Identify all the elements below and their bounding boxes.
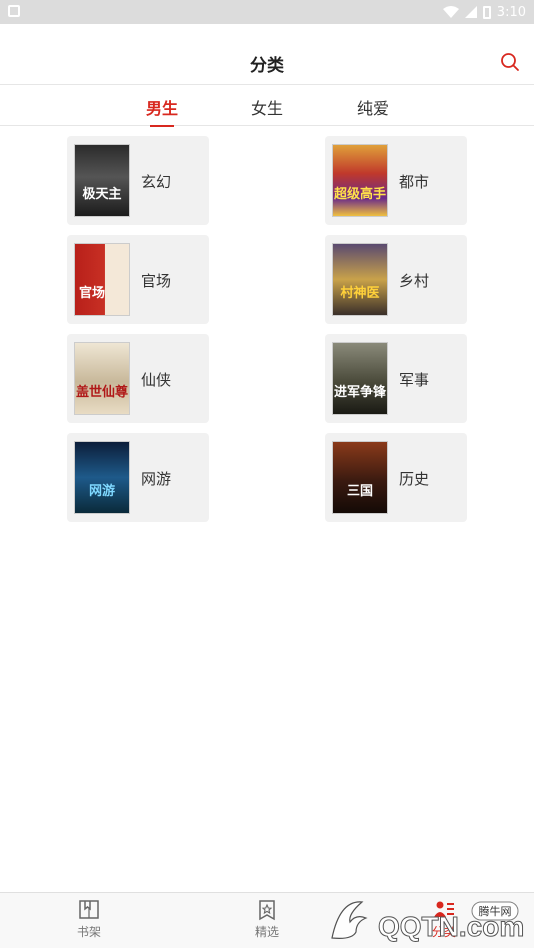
watermark-main-text: QQTN.com bbox=[378, 911, 524, 942]
search-icon[interactable] bbox=[498, 50, 522, 74]
category-label: 历史 bbox=[399, 470, 430, 488]
app-header: 分类 bbox=[0, 24, 534, 85]
category-card-wangyou[interactable]: 网游 网游 bbox=[67, 433, 209, 522]
category-label: 军事 bbox=[399, 371, 430, 389]
category-label: 官场 bbox=[141, 272, 172, 290]
category-card-junshi[interactable]: 进军争锋 军事 bbox=[325, 334, 467, 423]
tab-female-label: 女生 bbox=[251, 99, 284, 118]
wifi-icon bbox=[442, 6, 459, 18]
battery-icon bbox=[482, 5, 491, 19]
cover-title: 官场 bbox=[79, 286, 106, 301]
tab-male[interactable]: 男生 bbox=[146, 95, 179, 127]
nav-featured[interactable]: 精选 bbox=[237, 899, 297, 940]
book-cover: 盖世仙尊 bbox=[74, 342, 130, 415]
book-cover: 村神医 bbox=[332, 243, 388, 316]
status-icons: 3:10 bbox=[442, 3, 526, 21]
cover-title: 村神医 bbox=[340, 286, 380, 301]
book-cover: 官场 bbox=[74, 243, 130, 316]
book-cover: 极天主 bbox=[74, 144, 130, 217]
category-card-xuanhuan[interactable]: 极天主 玄幻 bbox=[67, 136, 209, 225]
book-cover: 超级高手 bbox=[332, 144, 388, 217]
cover-title: 超级高手 bbox=[333, 187, 386, 202]
cover-title: 三国 bbox=[346, 484, 373, 499]
featured-icon bbox=[259, 900, 275, 921]
notification-icon bbox=[8, 5, 20, 17]
book-cover: 进军争锋 bbox=[332, 342, 388, 415]
nav-bookshelf[interactable]: 书架 bbox=[59, 899, 119, 940]
category-label: 玄幻 bbox=[141, 173, 172, 191]
book-cover: 网游 bbox=[74, 441, 130, 514]
cover-title: 网游 bbox=[88, 484, 115, 499]
tab-male-label: 男生 bbox=[146, 99, 179, 118]
category-card-dushi[interactable]: 超级高手 都市 bbox=[325, 136, 467, 225]
status-time: 3:10 bbox=[496, 4, 526, 20]
nav-featured-label: 精选 bbox=[254, 925, 279, 939]
category-label: 乡村 bbox=[399, 272, 430, 290]
cover-title: 极天主 bbox=[82, 187, 122, 202]
category-card-guanchang[interactable]: 官场 官场 bbox=[67, 235, 209, 324]
category-card-xianxia[interactable]: 盖世仙尊 仙侠 bbox=[67, 334, 209, 423]
category-label: 仙侠 bbox=[141, 371, 172, 389]
page-title: 分类 bbox=[250, 56, 284, 76]
active-tab-indicator bbox=[150, 125, 175, 127]
tab-romance[interactable]: 纯爱 bbox=[357, 95, 389, 125]
qqtn-watermark-logo: 腾牛网 QQTN.com bbox=[331, 901, 525, 943]
cover-title: 进军争锋 bbox=[333, 385, 386, 400]
gender-tabs: 男生 女生 纯爱 bbox=[0, 85, 534, 127]
category-card-lishi[interactable]: 三国 历史 bbox=[325, 433, 467, 522]
tab-romance-label: 纯爱 bbox=[357, 99, 390, 118]
nav-bookshelf-label: 书架 bbox=[76, 925, 101, 939]
category-card-xiangcun[interactable]: 村神医 乡村 bbox=[325, 235, 467, 324]
signal-icon bbox=[464, 6, 477, 18]
cover-title: 盖世仙尊 bbox=[75, 385, 128, 400]
tab-female[interactable]: 女生 bbox=[251, 95, 283, 125]
bookshelf-icon bbox=[79, 900, 99, 919]
book-cover: 三国 bbox=[332, 441, 388, 514]
status-bar: 3:10 bbox=[0, 0, 534, 24]
category-label: 网游 bbox=[141, 470, 172, 488]
category-label: 都市 bbox=[399, 173, 430, 191]
